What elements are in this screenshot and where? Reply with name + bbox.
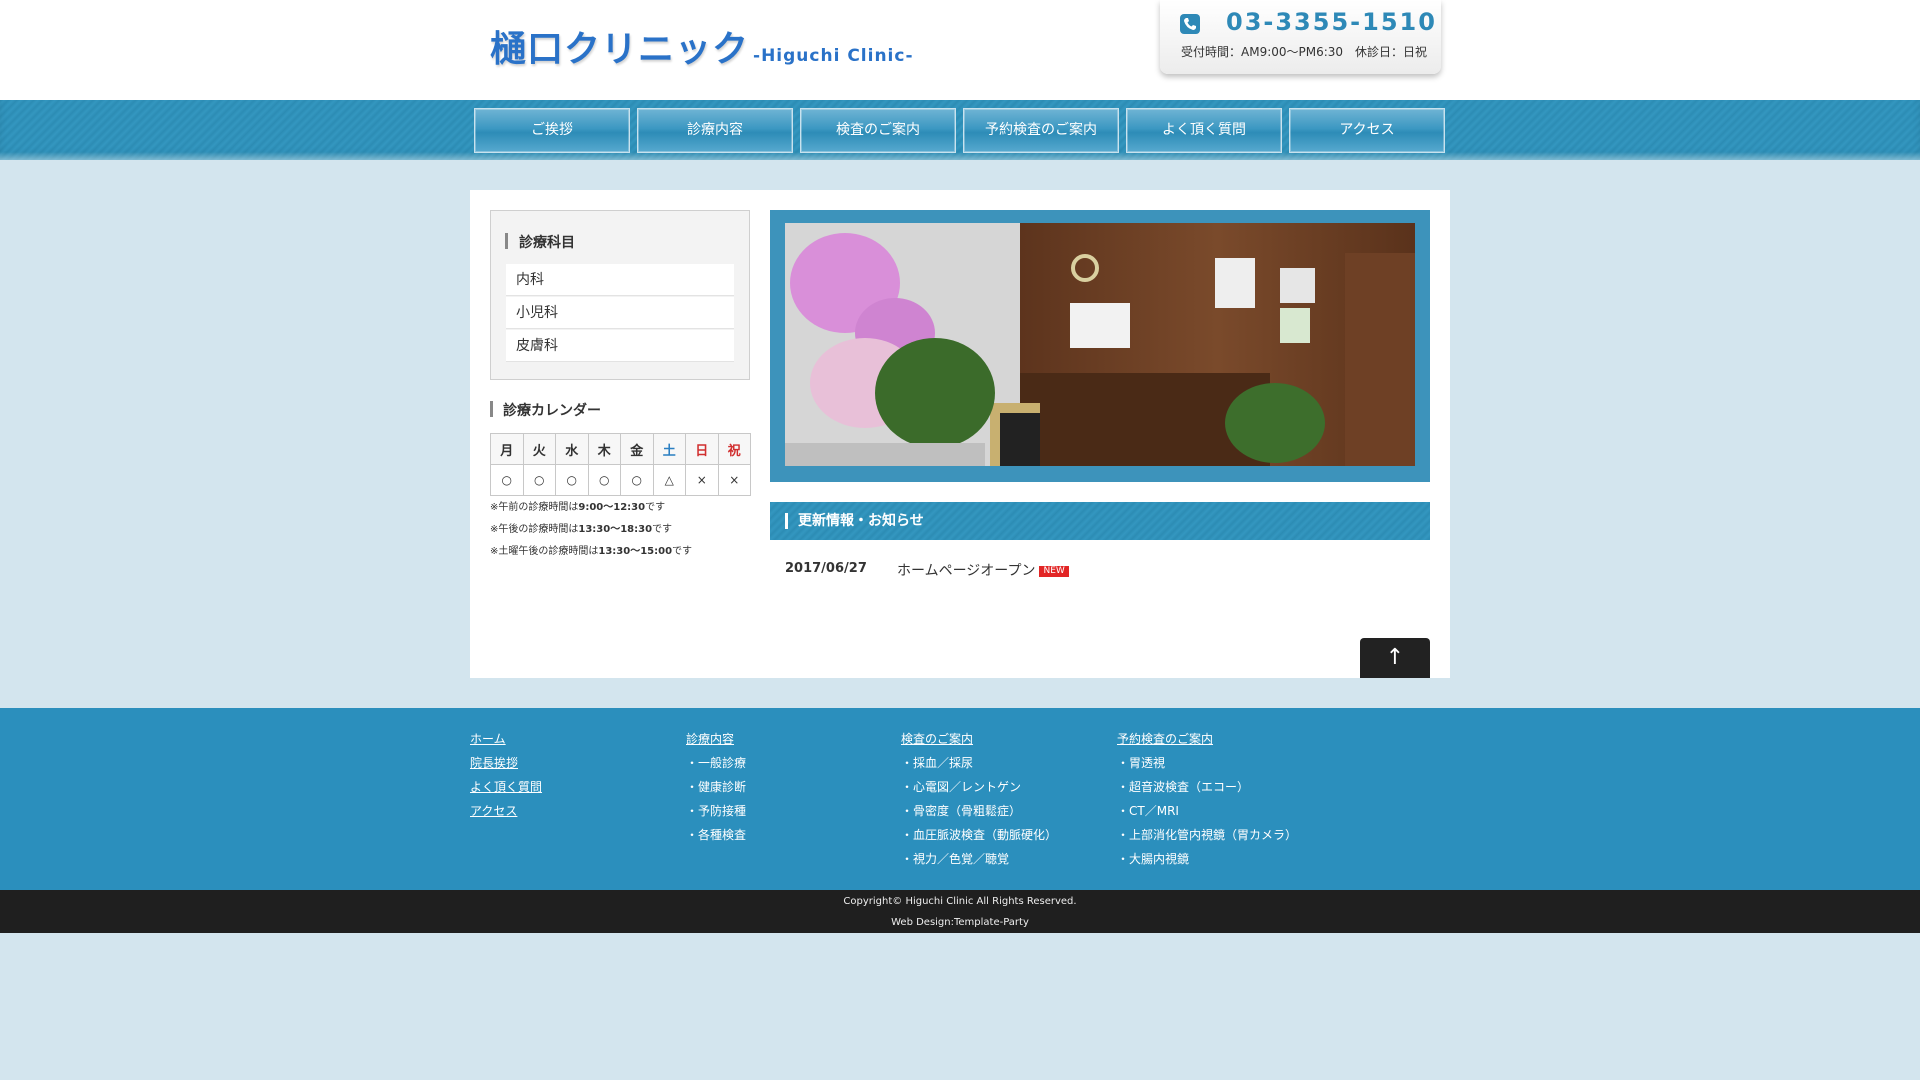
- news-heading: 更新情報・お知らせ: [770, 502, 1430, 540]
- heading-marker: [505, 233, 508, 249]
- departments-box: 診療科目 内科 小児科 皮膚科: [490, 210, 750, 380]
- news-item-text[interactable]: ホームページオープン: [897, 563, 1035, 579]
- nav-exams[interactable]: 検査のご案内: [800, 108, 956, 153]
- clinic-logo[interactable]: 樋口クリニック -Higuchi Clinic-: [490, 20, 914, 70]
- footer-item[interactable]: ・骨密度（骨粗鬆症）: [901, 803, 1057, 827]
- footer-column: ホーム 院長挨拶 よく頂く質問 アクセス: [470, 731, 542, 827]
- footer-column: 予約検査のご案内 ・胃透視 ・超音波検査（エコー） ・CT／MRI ・上部消化管…: [1117, 731, 1297, 875]
- footer-item[interactable]: ・健康診断: [686, 779, 746, 803]
- nav-greeting[interactable]: ご挨拶: [474, 108, 630, 153]
- footer-column: 診療内容 ・一般診療 ・健康診断 ・予防接種 ・各種検査: [686, 731, 746, 851]
- day-header: 木: [587, 433, 621, 465]
- footer-item[interactable]: ・上部消化管内視鏡（胃カメラ）: [1117, 827, 1297, 851]
- footer-item[interactable]: ・超音波検査（エコー）: [1117, 779, 1297, 803]
- copyright-text: Copyright© Higuchi Clinic All Rights Res…: [843, 896, 1077, 907]
- footer-link-exams[interactable]: 検査のご案内: [901, 731, 1057, 755]
- nav-reserved-exams[interactable]: 予約検査のご案内: [963, 108, 1119, 153]
- day-header: 祝: [717, 433, 751, 465]
- footer: ホーム 院長挨拶 よく頂く質問 アクセス 診療内容 ・一般診療 ・健康診断 ・予…: [0, 708, 1920, 890]
- footer-link-greeting[interactable]: 院長挨拶: [470, 755, 542, 779]
- hours-note: ※午後の診療時間は13:30～18:30です: [490, 524, 673, 535]
- heading-marker: [490, 401, 493, 417]
- hours-note: ※午前の診療時間は9:00～12:30です: [490, 502, 666, 513]
- calendar-title: 診療カレンダー: [503, 403, 601, 419]
- logo-english-text: -Higuchi Clinic-: [753, 46, 914, 66]
- day-header: 土: [652, 433, 686, 465]
- day-header: 日: [685, 433, 719, 465]
- footer-link-access[interactable]: アクセス: [470, 803, 542, 827]
- reception-photo: [785, 223, 1415, 466]
- footer-item[interactable]: ・視力／色覚／聴覚: [901, 851, 1057, 875]
- footer-item[interactable]: ・胃透視: [1117, 755, 1297, 779]
- header: 樋口クリニック -Higuchi Clinic- 03-3355-1510 受付…: [0, 0, 1920, 100]
- clinic-calendar: 月 火 水 木 金 土 日 祝 ○ ○ ○ ○ ○ △ × ×: [490, 433, 751, 496]
- nav-faq[interactable]: よく頂く質問: [1126, 108, 1282, 153]
- phone-number[interactable]: 03-3355-1510: [1226, 8, 1437, 36]
- nav-access[interactable]: アクセス: [1289, 108, 1445, 153]
- news-title: 更新情報・お知らせ: [798, 513, 924, 529]
- departments-title: 診療科目: [519, 235, 575, 251]
- day-status: ○: [522, 464, 556, 496]
- footer-item[interactable]: ・予防接種: [686, 803, 746, 827]
- day-status: ○: [555, 464, 589, 496]
- department-item[interactable]: 小児科: [506, 297, 734, 329]
- day-status: ○: [490, 464, 524, 496]
- nav-services[interactable]: 診療内容: [637, 108, 793, 153]
- day-header: 水: [555, 433, 589, 465]
- department-item[interactable]: 皮膚科: [506, 330, 734, 362]
- footer-link-reserved-exams[interactable]: 予約検査のご案内: [1117, 731, 1297, 755]
- design-credit[interactable]: Web Design:Template-Party: [0, 917, 1920, 928]
- copyright-bar: Copyright© Higuchi Clinic All Rights Res…: [0, 890, 1920, 933]
- footer-item[interactable]: ・心電図／レントゲン: [901, 779, 1057, 803]
- day-status: △: [652, 464, 686, 496]
- page-top-button[interactable]: ↑: [1360, 638, 1430, 678]
- news-item: ホームページオープン NEW: [897, 560, 1069, 580]
- footer-item[interactable]: ・血圧脈波検査（動脈硬化）: [901, 827, 1057, 851]
- footer-item[interactable]: ・採血／採尿: [901, 755, 1057, 779]
- footer-column: 検査のご案内 ・採血／採尿 ・心電図／レントゲン ・骨密度（骨粗鬆症） ・血圧脈…: [901, 731, 1057, 875]
- contact-box: 03-3355-1510 受付時間：AM9:00～PM6:30 休診日：日祝: [1160, 0, 1441, 74]
- footer-link-faq[interactable]: よく頂く質問: [470, 779, 542, 803]
- day-status: ○: [620, 464, 654, 496]
- phone-icon: [1180, 14, 1200, 34]
- main-content: 診療科目 内科 小児科 皮膚科 診療カレンダー 月 火 水 木 金 土 日 祝 …: [470, 190, 1450, 678]
- day-header: 月: [490, 433, 524, 465]
- logo-japanese-text: 樋口クリニック: [490, 29, 750, 70]
- footer-item[interactable]: ・大腸内視鏡: [1117, 851, 1297, 875]
- heading-marker: [785, 513, 788, 529]
- new-badge: NEW: [1039, 565, 1069, 577]
- main-image-frame: [770, 210, 1430, 482]
- footer-link-home[interactable]: ホーム: [470, 731, 542, 755]
- footer-item[interactable]: ・一般診療: [686, 755, 746, 779]
- footer-item[interactable]: ・各種検査: [686, 827, 746, 851]
- footer-item[interactable]: ・CT／MRI: [1117, 803, 1297, 827]
- global-nav: ご挨拶 診療内容 検査のご案内 予約検査のご案内 よく頂く質問 アクセス: [0, 100, 1920, 160]
- day-header: 金: [620, 433, 654, 465]
- day-status: ×: [685, 464, 719, 496]
- news-date: 2017/06/27: [785, 561, 867, 576]
- day-header: 火: [522, 433, 556, 465]
- reception-hours: 受付時間：AM9:00～PM6:30 休診日：日祝: [1181, 45, 1428, 59]
- day-status: ○: [587, 464, 621, 496]
- day-status: ×: [717, 464, 751, 496]
- footer-link-services[interactable]: 診療内容: [686, 731, 746, 755]
- department-item[interactable]: 内科: [506, 264, 734, 296]
- hours-note: ※土曜午後の診療時間は13:30～15:00です: [490, 546, 693, 557]
